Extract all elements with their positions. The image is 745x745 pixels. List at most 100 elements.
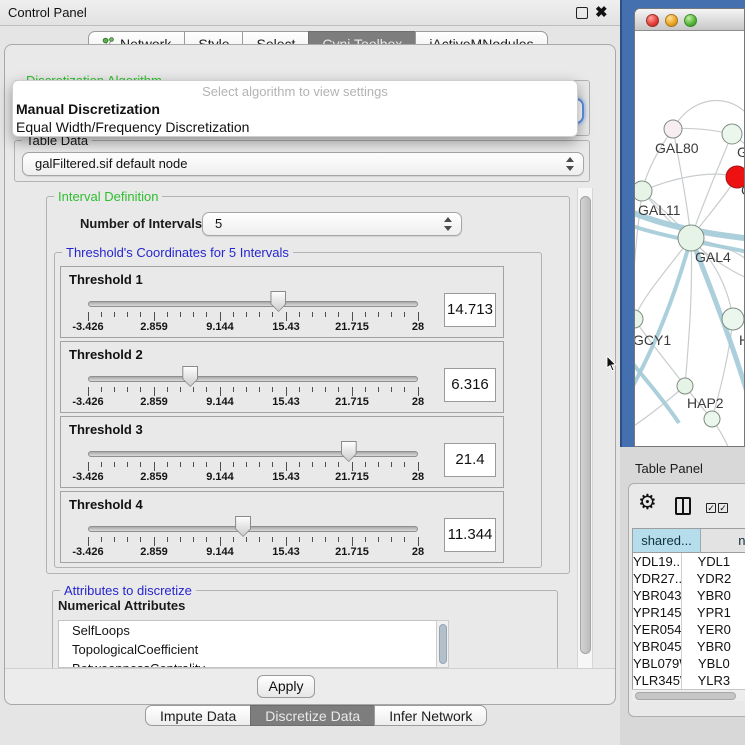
float-window-icon[interactable]	[576, 7, 588, 19]
threshold-value-field[interactable]: 6.316	[444, 368, 496, 402]
tick-mark	[352, 312, 353, 321]
cell-shared-name[interactable]: YBR043C	[633, 587, 682, 604]
table-data-combobox[interactable]: galFiltered.sif default node	[22, 152, 584, 176]
cell-shared-name[interactable]: YBL079W	[633, 655, 682, 672]
panel-scrollbar[interactable]	[577, 188, 593, 668]
network-edge	[642, 174, 737, 191]
column-header-shared[interactable]: shared...	[633, 529, 701, 553]
num-intervals-combobox[interactable]: 5	[202, 212, 462, 236]
tab-infer-network[interactable]: Infer Network	[374, 705, 487, 726]
threshold-value-field[interactable]: 11.344	[444, 518, 496, 552]
gear-icon[interactable]: ⚙	[638, 492, 657, 513]
cell-name[interactable]: YER0	[682, 621, 745, 638]
attribute-item-selfloops[interactable]: SelfLoops	[59, 621, 447, 640]
table-row[interactable]: YDR27...YDR2	[633, 570, 745, 587]
cell-name[interactable]: YPR1	[682, 604, 745, 621]
network-canvas[interactable]: GAL80GGAL11CGAL4GCY1HHAP2	[635, 31, 745, 447]
minimize-traffic-light[interactable]	[665, 14, 678, 27]
threshold-panel-1: Threshold 1-3.4262.8599.14415.4321.71528…	[60, 266, 504, 338]
threshold-panel-2: Threshold 2-3.4262.8599.14415.4321.71528…	[60, 341, 504, 413]
cell-name[interactable]: YLR3	[682, 672, 745, 689]
tick-label: -3.426	[72, 396, 103, 408]
network-node[interactable]	[635, 310, 643, 328]
checkbox-icon[interactable]: ✓	[718, 503, 728, 513]
attributes-group-title: Attributes to discretize	[60, 583, 196, 598]
node-label-gcy1: GCY1	[635, 332, 671, 348]
table-hscrollbar-thumb[interactable]	[635, 692, 736, 700]
slider-thumb-face	[271, 292, 285, 311]
network-node[interactable]	[635, 181, 652, 201]
cell-shared-name[interactable]: YBR045C	[633, 638, 682, 655]
table-row[interactable]: YBL079WYBL0	[633, 655, 745, 672]
node-label-h: H	[739, 332, 745, 348]
column-header-na[interactable]: na	[701, 529, 745, 553]
slider-thumb[interactable]	[341, 441, 357, 462]
tick-mark	[338, 537, 339, 542]
network-edge	[635, 238, 691, 393]
table-row[interactable]: YLR345WYLR3	[633, 672, 745, 689]
slider-track[interactable]	[88, 301, 418, 307]
cell-shared-name[interactable]: YDR27...	[633, 570, 682, 587]
checkbox-icon[interactable]: ✓	[706, 503, 716, 513]
table-row[interactable]: YBR043CYBR0	[633, 587, 745, 604]
table-row[interactable]: YPR145WYPR1	[633, 604, 745, 621]
slider-thumb[interactable]	[235, 516, 251, 537]
cell-name[interactable]: YBR0	[682, 638, 745, 655]
cell-shared-name[interactable]: YLR345W	[633, 672, 682, 689]
tick-mark	[206, 387, 207, 392]
dropdown-option-equal-width-frequency-discretization[interactable]: Equal Width/Frequency Discretization	[16, 119, 249, 135]
tick-label: 9.144	[206, 396, 234, 408]
tick-label: 28	[412, 546, 424, 558]
cell-name[interactable]: YDL1	[682, 553, 745, 570]
slider-track[interactable]	[88, 526, 418, 532]
table-row[interactable]: YDL19...YDL1	[633, 553, 745, 570]
tick-mark	[259, 462, 260, 467]
threshold-value-field[interactable]: 21.4	[444, 443, 496, 477]
network-node[interactable]	[722, 124, 742, 144]
attributes-list-scrollbar[interactable]	[436, 620, 449, 668]
table-row[interactable]: YBR045CYBR0	[633, 638, 745, 655]
cell-name[interactable]: YBR0	[682, 587, 745, 604]
attribute-item-topologicalcoefficient[interactable]: TopologicalCoefficient	[59, 640, 447, 659]
attribute-item-betweennesscentrality[interactable]: BetweennessCentrality	[59, 659, 447, 668]
slider-thumb[interactable]	[182, 366, 198, 387]
dropdown-hint: Select algorithm to view settings	[13, 84, 577, 99]
network-node[interactable]	[664, 120, 682, 138]
tick-mark	[206, 537, 207, 542]
cell-name[interactable]: YDR2	[682, 570, 745, 587]
tab-impute-data[interactable]: Impute Data	[145, 705, 251, 726]
close-icon[interactable]: ✖	[595, 3, 608, 23]
tick-mark	[140, 462, 141, 467]
table-hscrollbar[interactable]	[632, 689, 745, 701]
network-node[interactable]	[678, 225, 704, 251]
slider-thumb[interactable]	[270, 291, 286, 312]
cell-shared-name[interactable]: YPR145W	[633, 604, 682, 621]
tick-mark	[299, 462, 300, 467]
tick-mark	[272, 312, 273, 317]
node-label-gal4: GAL4	[695, 249, 731, 265]
network-window-titlebar[interactable]	[635, 9, 745, 31]
table-row[interactable]: YER054CYER0	[633, 621, 745, 638]
panel-scrollbar-thumb[interactable]	[580, 196, 591, 654]
network-node[interactable]	[704, 411, 720, 427]
network-node[interactable]	[677, 378, 693, 394]
close-traffic-light[interactable]	[646, 14, 659, 27]
tab-discretize-data[interactable]: Discretize Data	[250, 705, 375, 726]
tick-mark	[233, 387, 234, 392]
network-node[interactable]	[722, 308, 744, 330]
attributes-scrollbar-thumb[interactable]	[439, 624, 447, 664]
cell-name[interactable]: YBL0	[682, 655, 745, 672]
cell-shared-name[interactable]: YER054C	[633, 621, 682, 638]
tick-mark	[127, 312, 128, 317]
tick-mark	[101, 462, 102, 467]
threshold-value-field[interactable]: 14.713	[444, 293, 496, 327]
tick-mark	[378, 462, 379, 467]
column-layout-icon[interactable]	[675, 497, 691, 515]
dropdown-option-manual-discretization[interactable]: Manual Discretization	[16, 101, 160, 117]
tick-mark	[312, 462, 313, 467]
slider-track[interactable]	[88, 451, 418, 457]
cell-shared-name[interactable]: YDL19...	[633, 553, 682, 570]
zoom-traffic-light[interactable]	[684, 14, 697, 27]
slider-track[interactable]	[88, 376, 418, 382]
apply-button[interactable]: Apply	[257, 675, 315, 698]
